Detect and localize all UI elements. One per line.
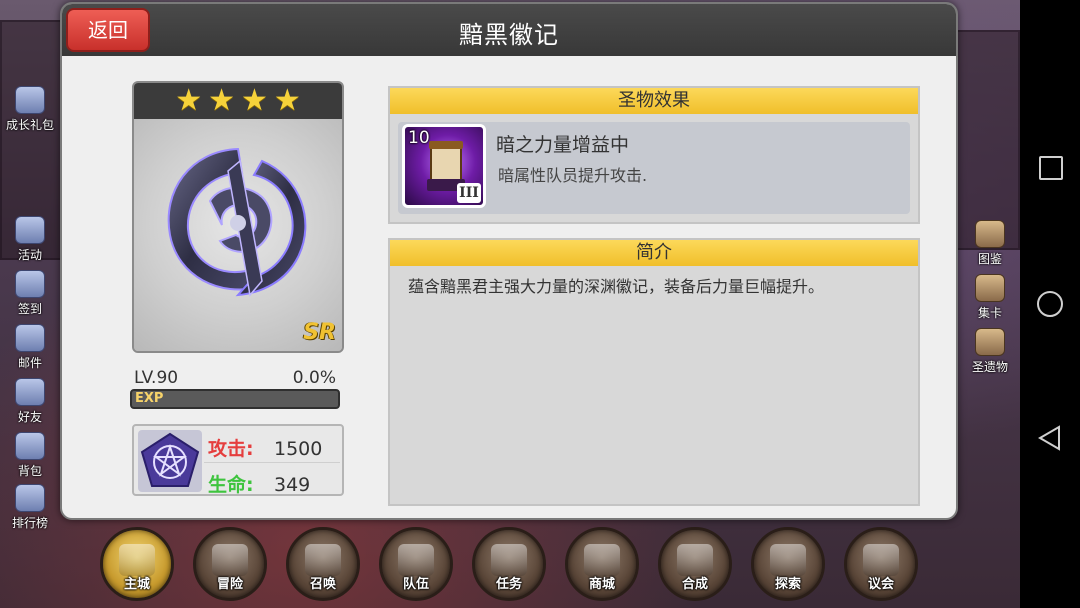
- crest-icon: [398, 544, 434, 576]
- android-nav-bar: [1020, 0, 1080, 608]
- nav-council[interactable]: 议会: [844, 527, 918, 601]
- nav-main-city[interactable]: 主城: [100, 527, 174, 601]
- menu-backpack[interactable]: 背包: [2, 432, 58, 479]
- stats-panel: 攻击: 1500 生命: 349: [132, 424, 344, 496]
- checklist-icon: [15, 270, 45, 298]
- potion-icon: [677, 544, 713, 576]
- nav-label: 探索: [774, 577, 801, 592]
- nav-label: 主城: [123, 577, 150, 592]
- megaphone-icon: [15, 216, 45, 244]
- menu-friends[interactable]: 好友: [2, 378, 58, 425]
- exp-percent: 0.0%: [292, 368, 336, 388]
- menu-label: 集卡: [977, 306, 1002, 320]
- dark-power-skill-icon[interactable]: 10 III: [402, 124, 486, 208]
- relic-effect-panel: 圣物效果 10 III 暗之力量增益中 暗属性队员提升攻击.: [388, 86, 920, 224]
- health-label: 生命:: [208, 474, 254, 496]
- home-icon[interactable]: [1037, 291, 1063, 317]
- attack-value: 1500: [274, 438, 323, 460]
- menu-handbook[interactable]: 图鉴: [962, 220, 1018, 267]
- menu-ranking[interactable]: 排行榜: [2, 484, 58, 531]
- back-triangle-icon[interactable]: [1037, 425, 1063, 451]
- health-stat: 生命: 349: [208, 470, 310, 497]
- book-icon: [975, 220, 1005, 248]
- menu-label: 活动: [17, 248, 42, 262]
- star-icon: ★: [273, 83, 301, 118]
- nav-tasks[interactable]: 任务: [472, 527, 546, 601]
- level-text: LV.90: [134, 368, 179, 388]
- level-display: LV.90 0.0% EXP: [130, 366, 342, 412]
- star-icon: ★: [208, 83, 235, 118]
- attack-label: 攻击:: [208, 438, 254, 460]
- menu-label: 签到: [17, 302, 42, 316]
- intro-header: 简介: [390, 240, 918, 266]
- gift-icon: [15, 86, 45, 114]
- nav-explore[interactable]: 探索: [751, 527, 825, 601]
- summon-card-icon: [305, 544, 341, 576]
- menu-label: 图鉴: [977, 252, 1002, 266]
- menu-label: 排行榜: [11, 516, 48, 530]
- menu-card-collection[interactable]: 集卡: [962, 274, 1018, 321]
- relic-detail-dialog: 返回 黯黑徽记 ★ ★ ★ ★ SR LV.90 0.0% EXP 攻击: 15…: [60, 2, 958, 520]
- pentagram-icon: [138, 430, 202, 492]
- skill-tier: III: [457, 183, 481, 203]
- ranking-icon: [15, 484, 45, 512]
- menu-label: 成长礼包: [5, 118, 54, 132]
- intro-text: 蕴含黯黑君主强大力量的深渊徽记，装备后力量巨幅提升。: [408, 277, 825, 296]
- council-icon: [863, 544, 899, 576]
- skill-name: 暗之力量增益中: [496, 134, 630, 156]
- menu-label: 背包: [17, 464, 42, 478]
- menu-growth-pack[interactable]: 成长礼包: [2, 86, 58, 133]
- relic-card: ★ ★ ★ ★ SR: [132, 81, 344, 353]
- background-building: [955, 30, 1020, 250]
- bottom-nav: 主城 冒险 召唤 队伍 任务 商城 合成 探索 议会: [95, 527, 935, 607]
- menu-checkin[interactable]: 签到: [2, 270, 58, 317]
- nav-label: 队伍: [402, 577, 429, 592]
- backpack-icon: [15, 432, 45, 460]
- shop-icon: [584, 544, 620, 576]
- friends-icon: [15, 378, 45, 406]
- divider: [204, 462, 340, 463]
- menu-label: 邮件: [17, 356, 42, 370]
- swords-icon: [212, 544, 248, 576]
- health-value: 349: [274, 474, 311, 496]
- nav-label: 议会: [867, 577, 894, 592]
- nav-adventure[interactable]: 冒险: [193, 527, 267, 601]
- relic-image: SR: [134, 119, 342, 351]
- relic-intro-panel: 简介 蕴含黯黑君主强大力量的深渊徽记，装备后力量巨幅提升。: [388, 238, 920, 506]
- nav-label: 任务: [495, 577, 522, 592]
- dialog-header: 返回 黯黑徽记: [62, 4, 956, 56]
- compass-icon: [770, 544, 806, 576]
- star-icon: ★: [241, 83, 268, 118]
- cards-icon: [975, 274, 1005, 302]
- nav-shop[interactable]: 商城: [565, 527, 639, 601]
- castle-icon: [119, 544, 155, 576]
- effect-entry: 10 III 暗之力量增益中 暗属性队员提升攻击.: [398, 122, 910, 214]
- mail-icon: [15, 324, 45, 352]
- skill-description: 暗属性队员提升攻击.: [498, 166, 648, 185]
- menu-events[interactable]: 活动: [2, 216, 58, 263]
- recent-apps-icon[interactable]: [1039, 156, 1063, 180]
- nav-summon[interactable]: 召唤: [286, 527, 360, 601]
- relic-icon: [975, 328, 1005, 356]
- attack-stat: 攻击: 1500: [208, 434, 322, 461]
- menu-mail[interactable]: 邮件: [2, 324, 58, 371]
- menu-label: 好友: [17, 410, 42, 424]
- nav-label: 商城: [588, 577, 615, 592]
- nav-label: 召唤: [309, 577, 336, 592]
- star-icon: ★: [175, 83, 203, 118]
- dark-emblem-icon: [167, 147, 307, 297]
- nav-label: 合成: [681, 577, 708, 592]
- rarity-badge: SR: [303, 320, 336, 345]
- nav-team[interactable]: 队伍: [379, 527, 453, 601]
- effect-header: 圣物效果: [390, 88, 918, 114]
- nav-label: 冒险: [216, 577, 243, 592]
- dialog-title: 黯黑徽记: [459, 21, 559, 49]
- nav-synthesis[interactable]: 合成: [658, 527, 732, 601]
- star-rating: ★ ★ ★ ★: [134, 83, 342, 119]
- scroll-icon: [491, 544, 527, 576]
- exp-bar: EXP: [130, 389, 340, 409]
- menu-label: 圣遗物: [971, 360, 1008, 374]
- exp-label: EXP: [135, 391, 164, 406]
- menu-relics[interactable]: 圣遗物: [962, 328, 1018, 375]
